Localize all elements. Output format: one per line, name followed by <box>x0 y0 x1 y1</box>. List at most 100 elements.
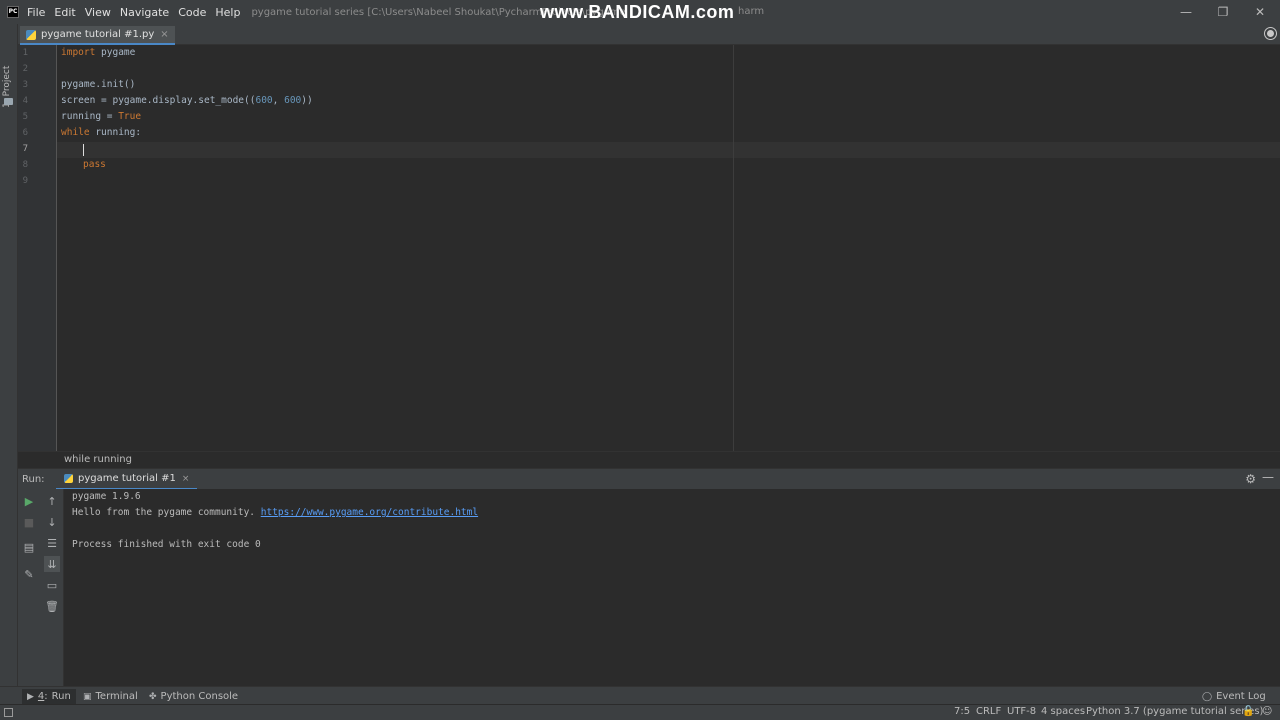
keyword: pass <box>83 159 106 170</box>
line-number: 8 <box>22 160 28 170</box>
event-log-label: Event Log <box>1216 691 1266 702</box>
line-number: 3 <box>22 80 28 90</box>
code-text: )) <box>301 95 313 106</box>
line-number: 9 <box>22 176 28 186</box>
terminal-icon: ▣ <box>83 691 92 702</box>
terminal-tool-window-button[interactable]: ▣ Terminal <box>78 689 143 704</box>
code-line-9[interactable]: pass <box>83 157 106 173</box>
toggle-tool-windows-icon[interactable] <box>4 708 13 717</box>
line-number: 6 <box>22 128 28 138</box>
arrow-down-icon[interactable]: ↓ <box>44 514 60 530</box>
code-text: pygame.init() <box>61 79 136 90</box>
console-text: Hello from the pygame community. <box>72 507 261 518</box>
tab-label: pygame tutorial #1.py <box>41 29 155 40</box>
code-text: screen = pygame.display.set_mode(( <box>61 95 256 106</box>
minimize-panel-icon[interactable]: — <box>1262 470 1274 484</box>
code-text: , <box>272 95 285 106</box>
number-literal: 600 <box>284 95 302 106</box>
keyword: while <box>61 127 90 138</box>
run-panel-label: Run: <box>22 474 45 485</box>
code-line-6[interactable]: running = True <box>61 109 141 125</box>
console-line: Hello from the pygame community. https:/… <box>72 505 478 521</box>
tab-pygame-tutorial-1[interactable]: pygame tutorial #1.py × <box>20 26 175 45</box>
menu-bar: File Edit View Navigate Code Help <box>27 6 249 19</box>
close-window-button[interactable]: ✕ <box>1242 0 1278 24</box>
close-tab-icon[interactable]: × <box>160 29 168 40</box>
soft-wrap-icon[interactable]: ☰ <box>44 535 60 551</box>
line-number: 5 <box>22 112 28 122</box>
close-tab-icon[interactable]: × <box>182 474 190 484</box>
notifications-icon[interactable]: ☺ <box>1262 706 1272 717</box>
keyword: import <box>61 47 96 58</box>
arrow-up-icon[interactable]: ↑ <box>44 493 60 509</box>
trash-icon[interactable]: 🗑 <box>44 598 60 614</box>
line-number: 1 <box>22 48 28 58</box>
code-text: running = <box>61 111 119 122</box>
code-line-7[interactable]: while running: <box>61 125 141 141</box>
event-log-button[interactable]: ◯ Event Log <box>1197 689 1271 704</box>
number-literal: 600 <box>255 95 273 106</box>
window-title-tail: harm <box>738 6 765 17</box>
breadcrumb[interactable]: while running <box>64 454 132 465</box>
gear-icon[interactable]: ⚙ <box>1245 472 1256 486</box>
lock-icon[interactable]: 🔓 <box>1242 706 1254 717</box>
right-margin-guide <box>733 45 734 451</box>
code-line-4[interactable]: pygame.init() <box>61 77 135 93</box>
console-line: pygame 1.9.6 <box>72 491 141 502</box>
editor-tab-bar: pygame tutorial #1.py × <box>18 24 1280 45</box>
line-number-gutter: 1 2 3 4 5 6 7 8 9 <box>18 45 57 451</box>
print-icon[interactable]: ▭ <box>44 577 60 593</box>
file-encoding[interactable]: UTF-8 <box>1007 706 1036 717</box>
line-separator[interactable]: CRLF <box>976 706 1001 717</box>
indent-setting[interactable]: 4 spaces <box>1041 706 1085 717</box>
event-log-icon: ◯ <box>1202 691 1213 702</box>
tool-window-label: Python Console <box>160 691 239 702</box>
line-number: 2 <box>22 64 28 74</box>
caret-position[interactable]: 7:5 <box>954 706 970 717</box>
python-console-icon: ✤ <box>149 691 157 702</box>
left-tool-strip: 1: Project <box>0 24 18 686</box>
code-line-1[interactable]: import pygame <box>61 45 135 61</box>
scroll-to-end-icon[interactable]: ⇊ <box>44 556 60 572</box>
tool-window-bar: ▶ 4: Run ▣ Terminal ✤ Python Console ◯ E… <box>0 686 1280 704</box>
bandicam-watermark: www.BANDICAM.com <box>540 2 735 22</box>
python-interpreter[interactable]: Python 3.7 (pygame tutorial series) <box>1086 706 1263 717</box>
pin-icon[interactable]: ✎ <box>21 566 37 582</box>
keyword: True <box>118 111 142 122</box>
python-file-icon <box>26 29 36 40</box>
line-number: 7 <box>22 144 28 154</box>
rerun-icon[interactable]: ▶ <box>21 493 37 509</box>
run-toolbar-primary: ▶ ■ ▤ ✎ <box>18 489 40 686</box>
pycharm-logo-icon: PC <box>7 6 19 18</box>
minimize-window-button[interactable]: — <box>1168 0 1204 24</box>
layout-icon[interactable]: ▤ <box>21 539 37 555</box>
run-config-tab[interactable]: pygame tutorial #1 × <box>56 469 198 490</box>
tool-window-label: Run <box>51 691 71 702</box>
play-icon: ▶ <box>27 691 34 702</box>
current-line-highlight <box>57 142 1280 158</box>
menu-file[interactable]: File <box>27 6 45 19</box>
status-bar: 7:5 CRLF UTF-8 4 spaces Python 3.7 (pyga… <box>0 704 1280 720</box>
code-text: pygame <box>95 47 136 58</box>
text-caret <box>83 144 84 156</box>
run-tool-window-button[interactable]: ▶ 4: Run <box>22 689 76 704</box>
folder-icon <box>4 98 13 105</box>
menu-code[interactable]: Code <box>178 6 206 19</box>
run-toolbar-secondary: ↑ ↓ ☰ ⇊ ▭ 🗑 <box>40 489 64 686</box>
run-panel-header: Run: pygame tutorial #1 × ⚙ — <box>18 468 1280 490</box>
menu-help[interactable]: Help <box>215 6 240 19</box>
pygame-contribute-link[interactable]: https://www.pygame.org/contribute.html <box>261 507 478 518</box>
code-line-5[interactable]: screen = pygame.display.set_mode((600, 6… <box>61 93 313 109</box>
breadcrumb-bar: while running <box>18 451 1280 468</box>
console-line: Process finished with exit code 0 <box>72 539 261 550</box>
code-text: running: <box>89 127 142 138</box>
stop-icon[interactable]: ■ <box>21 514 37 530</box>
menu-view[interactable]: View <box>85 6 111 19</box>
run-tab-label: pygame tutorial #1 <box>78 473 176 484</box>
python-console-tool-window-button[interactable]: ✤ Python Console <box>144 689 243 704</box>
restore-window-button[interactable]: ❐ <box>1205 0 1241 24</box>
menu-edit[interactable]: Edit <box>54 6 75 19</box>
menu-navigate[interactable]: Navigate <box>120 6 169 19</box>
python-file-icon <box>64 474 73 483</box>
eye-icon[interactable] <box>1264 27 1277 40</box>
